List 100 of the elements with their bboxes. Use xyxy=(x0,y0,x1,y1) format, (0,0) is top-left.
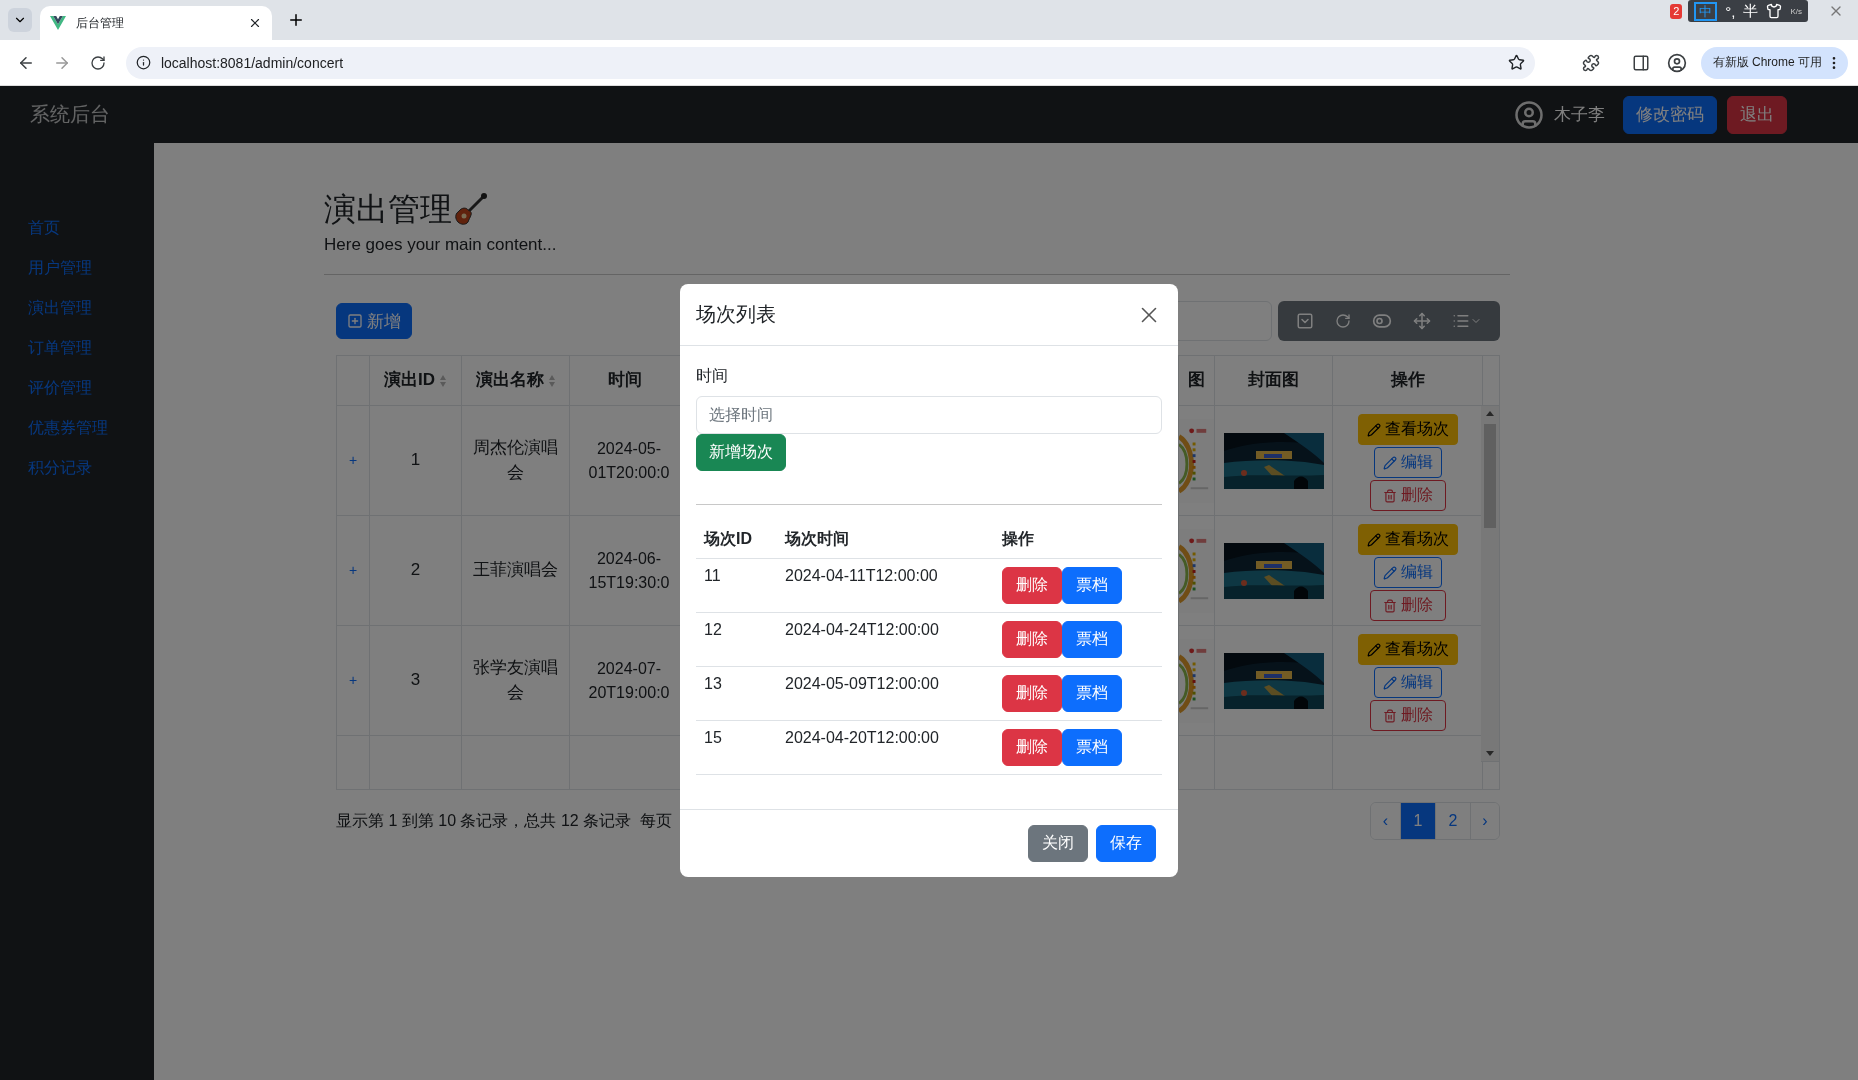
pencil-icon xyxy=(1366,532,1381,547)
page-title: 演出管理 xyxy=(324,190,452,229)
speed-text: K/s xyxy=(1790,6,1802,16)
brand-text[interactable]: 系统后台 xyxy=(30,101,110,128)
save-button[interactable]: 保存 xyxy=(1096,825,1156,862)
trash-icon xyxy=(1382,598,1397,613)
sidebar-link[interactable]: 优惠券管理 xyxy=(28,416,154,440)
modal-title: 场次列表 xyxy=(696,302,777,327)
puzzle-icon xyxy=(1581,53,1600,72)
pencil-icon xyxy=(1382,565,1397,580)
delete-button[interactable]: 删除 xyxy=(1002,621,1062,658)
sidebar-link[interactable]: 用户管理 xyxy=(28,256,154,280)
browser-tab[interactable]: 后台管理 xyxy=(40,6,272,40)
user-name: 木子李 xyxy=(1554,104,1605,126)
refresh-button[interactable] xyxy=(1335,313,1352,329)
avatar-icon xyxy=(1666,52,1687,73)
sidebar-link[interactable]: 演出管理 xyxy=(28,296,154,320)
view-sessions-button[interactable]: 查看场次 xyxy=(1357,524,1458,555)
sort-icon xyxy=(547,373,556,388)
add-button[interactable]: 新增 xyxy=(336,303,412,339)
ime-button[interactable]: 半 xyxy=(1743,1,1759,21)
expand-button[interactable]: + xyxy=(348,670,358,691)
ticket-tier-button[interactable]: 票档 xyxy=(1062,729,1122,766)
column-header: 场次ID xyxy=(702,529,753,549)
sidebar-link[interactable]: 首页 xyxy=(28,216,154,240)
column-header: 封面图 xyxy=(1215,356,1333,405)
pencil-icon xyxy=(1366,422,1381,437)
sidebar-link[interactable]: 积分记录 xyxy=(28,456,154,480)
ime-button[interactable]: °, xyxy=(1725,2,1736,20)
field-label: 时间 xyxy=(696,366,729,386)
ticket-tier-button[interactable]: 票档 xyxy=(1062,621,1122,658)
dropdown-button[interactable] xyxy=(1296,312,1315,330)
table-cell-text: 11 xyxy=(703,566,722,586)
page-link[interactable]: 1 xyxy=(1400,803,1435,839)
ticket-tier-button[interactable]: 票档 xyxy=(1062,675,1122,712)
table-cell-text: 2024-05-09T12:00:00 xyxy=(784,674,940,694)
url-text: localhost:8081/admin/concert xyxy=(160,54,344,71)
trash-icon xyxy=(1382,708,1397,723)
column-header[interactable]: 演出名称 xyxy=(462,356,570,405)
info-icon[interactable] xyxy=(135,55,151,70)
scrollbar[interactable] xyxy=(1481,406,1499,762)
update-button[interactable]: 有新版 Chrome 可用 xyxy=(1700,46,1848,79)
logo-icon xyxy=(50,16,66,30)
table-cell: 王菲演唱会 xyxy=(462,516,570,625)
move-button[interactable] xyxy=(1412,312,1431,330)
table-cell-text: 15 xyxy=(703,728,723,748)
shirt-icon[interactable] xyxy=(1766,3,1783,19)
star-icon[interactable] xyxy=(1507,54,1525,71)
toggle-icon xyxy=(1372,311,1392,331)
table-cell-text: 2024-04-20T12:00:00 xyxy=(784,728,940,748)
edit-button[interactable]: 编辑 xyxy=(1373,557,1442,588)
trash-icon xyxy=(1382,488,1397,503)
columns-button[interactable] xyxy=(1451,312,1482,330)
expand-button[interactable]: + xyxy=(348,560,358,581)
expand-button[interactable]: + xyxy=(348,450,358,471)
pencil-icon xyxy=(1366,642,1381,657)
edit-button[interactable]: 编辑 xyxy=(1373,447,1442,478)
view-sessions-button[interactable]: 查看场次 xyxy=(1357,634,1458,665)
reload-icon xyxy=(89,54,106,71)
avatar-icon xyxy=(1514,99,1544,130)
delete-button[interactable]: 删除 xyxy=(1002,567,1062,604)
table-cell: 1 xyxy=(370,406,462,515)
page-link[interactable]: › xyxy=(1470,803,1499,839)
view-sessions-button[interactable]: 查看场次 xyxy=(1357,414,1458,445)
address-bar[interactable]: localhost:8081/admin/concert xyxy=(125,46,1535,79)
ticket-tier-button[interactable]: 票档 xyxy=(1062,567,1122,604)
table-info: 显示第 1 到第 10 条记录，总共 12 条记录 每页 xyxy=(336,810,673,831)
table-cell: 张学友演唱会 xyxy=(462,626,570,735)
tab-search-button[interactable] xyxy=(8,8,32,32)
delete-button[interactable]: 删除 xyxy=(1369,700,1446,731)
column-header[interactable]: 演出ID xyxy=(370,356,462,405)
tab-title: 后台管理 xyxy=(76,14,125,32)
sidebar-link[interactable]: 评价管理 xyxy=(28,376,154,400)
delete-button[interactable]: 删除 xyxy=(1369,590,1446,621)
move-icon xyxy=(1412,312,1431,330)
delete-button[interactable]: 删除 xyxy=(1369,480,1446,511)
notification-badge: 2 xyxy=(1670,3,1683,19)
add-session-button[interactable]: 新增场次 xyxy=(696,434,786,471)
column-header: 图 xyxy=(1179,356,1215,405)
pencil-icon xyxy=(1382,675,1397,690)
table-cell: 周杰伦演唱会 xyxy=(462,406,570,515)
table-cell-text: 13 xyxy=(703,674,723,694)
time-field[interactable]: 选择时间 xyxy=(696,396,1162,434)
change-password-button[interactable]: 修改密码 xyxy=(1623,95,1717,134)
sort-icon xyxy=(439,373,447,388)
table-cell: 3 xyxy=(370,626,462,735)
column-header: 操作 xyxy=(1333,356,1483,405)
delete-button[interactable]: 删除 xyxy=(1002,675,1062,712)
logout-button[interactable]: 退出 xyxy=(1727,95,1787,134)
close-icon[interactable] xyxy=(248,16,262,30)
ime-button[interactable]: 中 xyxy=(1694,1,1718,21)
toggle-button[interactable] xyxy=(1372,311,1392,331)
column-header: 场次时间 xyxy=(783,529,850,549)
list-icon xyxy=(1451,312,1470,330)
close-button[interactable]: 关闭 xyxy=(1028,825,1088,862)
plus-icon xyxy=(287,11,305,29)
edit-button[interactable]: 编辑 xyxy=(1373,667,1442,698)
refresh-icon xyxy=(1335,313,1352,329)
delete-button[interactable]: 删除 xyxy=(1002,729,1062,766)
sidebar-link[interactable]: 订单管理 xyxy=(28,336,154,360)
